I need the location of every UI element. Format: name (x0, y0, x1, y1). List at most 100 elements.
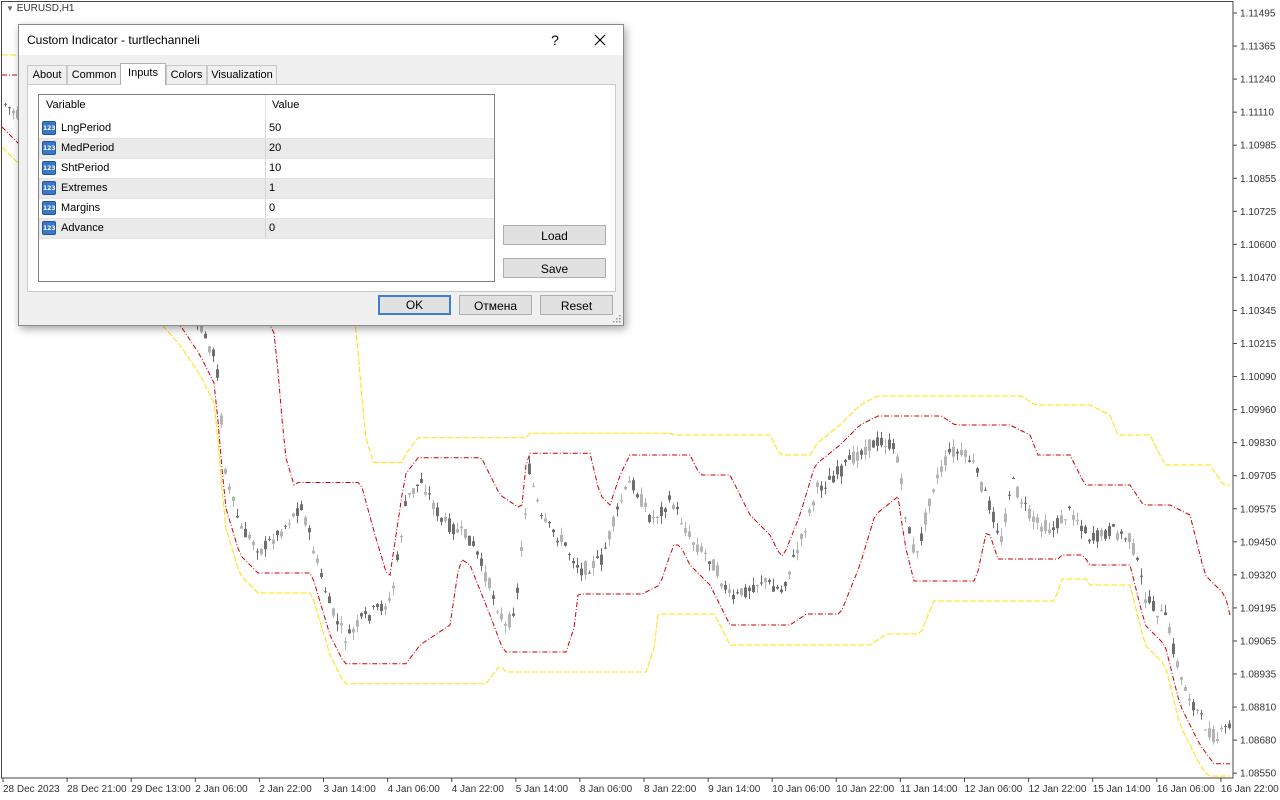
candle-body (208, 346, 211, 353)
tab-colors[interactable]: Colors (166, 65, 207, 84)
ok-button[interactable]: OK (378, 295, 451, 315)
cancel-button[interactable]: Отмена (459, 295, 532, 315)
candle-body (1000, 536, 1003, 543)
candle-body (936, 474, 939, 479)
candle-body (452, 524, 455, 535)
input-row-margins[interactable]: 123 Margins 0 (39, 199, 494, 219)
close-button[interactable] (589, 29, 611, 51)
candle-body (624, 486, 627, 490)
candle-body (888, 439, 891, 449)
candle-body (804, 531, 807, 533)
time-tick-label: 3 Jan 14:00 (324, 784, 377, 795)
candle-body (228, 486, 231, 490)
candle-body (528, 463, 531, 475)
candle-body (276, 530, 279, 536)
candle-body (240, 526, 243, 529)
input-value[interactable]: 10 (269, 162, 281, 174)
input-row-medperiod[interactable]: 123 MedPeriod 20 (39, 139, 494, 159)
candle-body (808, 509, 811, 513)
time-tick-label: 2 Jan 22:00 (259, 784, 312, 795)
input-value[interactable]: 20 (269, 142, 281, 154)
candle-body (720, 583, 723, 587)
input-row-lngperiod[interactable]: 123 LngPeriod 50 (39, 119, 494, 139)
candle-body (644, 502, 647, 507)
column-header-value[interactable]: Value (272, 99, 299, 111)
candle-body (1148, 596, 1151, 603)
candle-body (580, 568, 583, 576)
candle-body (932, 489, 935, 492)
save-button[interactable]: Save (503, 258, 606, 278)
input-row-shtperiod[interactable]: 123 ShtPeriod 10 (39, 159, 494, 179)
reset-button[interactable]: Reset (540, 295, 613, 315)
candle-body (816, 482, 819, 488)
candle-body (520, 547, 523, 551)
input-value[interactable]: 1 (269, 182, 275, 194)
candle-body (948, 448, 951, 453)
candle-body (896, 456, 899, 463)
chart-symbol-text: EURUSD,H1 (16, 3, 75, 14)
candle-body (540, 515, 543, 517)
candle-body (296, 508, 299, 516)
candle-body (4, 103, 7, 105)
tab-about[interactable]: About (27, 65, 67, 84)
candle-body (400, 536, 403, 538)
candle-body (868, 439, 871, 451)
candle-body (536, 499, 539, 502)
input-row-advance[interactable]: 123 Advance 0 (39, 219, 494, 239)
chart-symbol-label: ▼ EURUSD,H1 (6, 3, 75, 14)
candle-body (272, 539, 275, 544)
candle-body (920, 533, 923, 541)
time-tick-label: 16 Jan 22:00 (1221, 784, 1279, 795)
candle-body (1140, 575, 1143, 577)
candle-body (612, 517, 615, 527)
input-name: ShtPeriod (61, 162, 110, 174)
candle-body (952, 446, 955, 457)
resize-grip-icon[interactable] (611, 313, 621, 323)
candle-body (1136, 557, 1139, 560)
candle-body (420, 479, 423, 483)
candle-body (508, 614, 511, 628)
candle-body (1088, 539, 1091, 542)
cell-divider (265, 199, 266, 218)
input-name: Advance (61, 222, 104, 234)
load-button[interactable]: Load (503, 225, 606, 245)
candle-body (972, 460, 975, 462)
candle-body (216, 369, 219, 378)
column-divider[interactable] (265, 95, 266, 117)
candle-body (828, 475, 831, 480)
tab-inputs[interactable]: Inputs (120, 63, 166, 85)
candle-body (1016, 486, 1019, 498)
price-tick-label: 1.10345 (1240, 306, 1277, 317)
candle-body (912, 544, 915, 553)
candle-body (1188, 698, 1191, 701)
candle-body (1116, 533, 1119, 540)
input-value[interactable]: 50 (269, 122, 281, 134)
candle-body (588, 572, 591, 574)
input-value[interactable]: 0 (269, 222, 275, 234)
candle-body (880, 437, 883, 446)
candle-body (364, 611, 367, 614)
help-button[interactable]: ? (545, 30, 565, 50)
dialog-titlebar[interactable]: Custom Indicator - turtlechanneli ? (19, 25, 623, 55)
input-row-extremes[interactable]: 123 Extremes 1 (39, 179, 494, 199)
price-tick-label: 1.08680 (1240, 736, 1277, 747)
chart-menu-arrow-icon[interactable]: ▼ (6, 4, 14, 13)
tab-common[interactable]: Common (67, 65, 121, 84)
candle-body (480, 558, 483, 566)
column-header-variable[interactable]: Variable (46, 99, 86, 111)
candle-body (592, 560, 595, 569)
candle-body (200, 325, 203, 333)
tab-visualization[interactable]: Visualization (207, 65, 277, 84)
candle-body (456, 529, 459, 533)
candle-body (752, 585, 755, 593)
candle-body (244, 528, 247, 538)
input-value[interactable]: 0 (269, 202, 275, 214)
candle-body (928, 498, 931, 507)
candle-body (984, 489, 987, 491)
candle-body (1216, 738, 1219, 742)
cell-divider (265, 139, 266, 158)
price-tick-label: 1.09195 (1240, 603, 1277, 614)
dialog-title: Custom Indicator - turtlechanneli (27, 33, 200, 47)
time-tick-label: 4 Jan 06:00 (388, 784, 441, 795)
candle-body (1048, 529, 1051, 534)
